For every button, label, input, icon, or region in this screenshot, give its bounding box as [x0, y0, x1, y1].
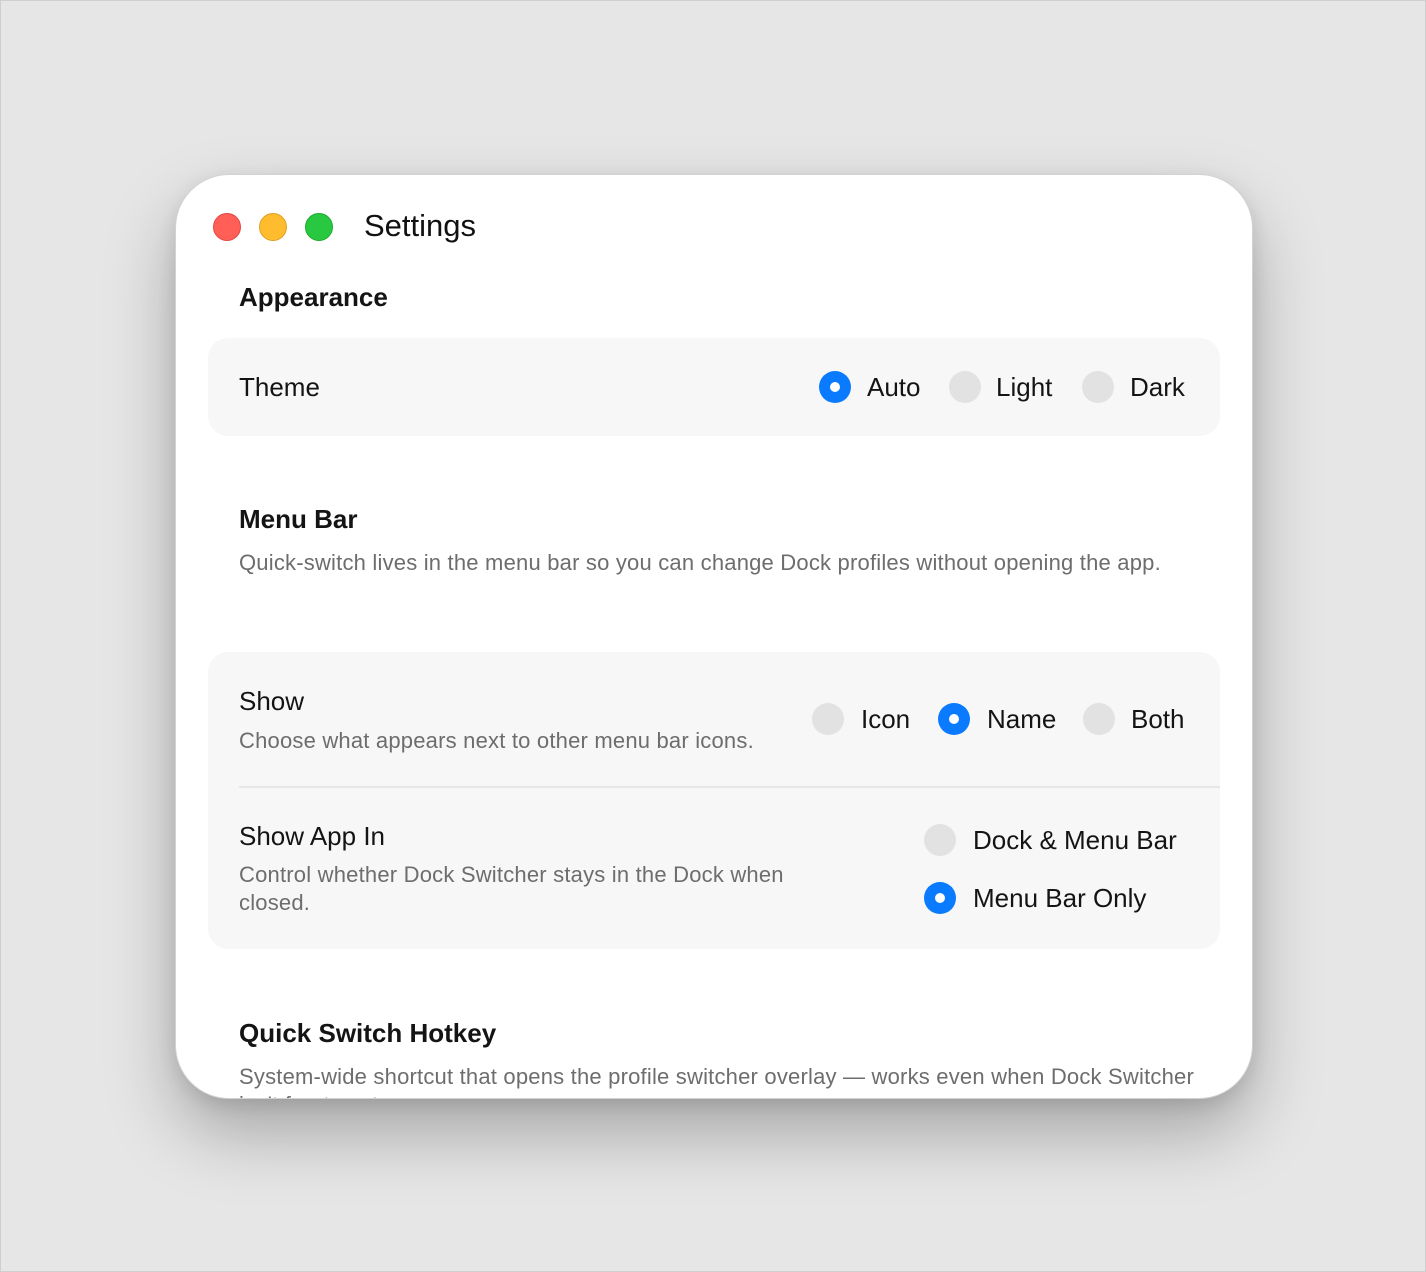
show-icon-radio[interactable] — [812, 703, 844, 735]
theme-auto-radio[interactable] — [819, 371, 851, 403]
show-label: Show — [239, 686, 305, 716]
minimize-window-button[interactable] — [259, 213, 287, 241]
show-app-in-label: Show App In — [239, 821, 385, 851]
menu-bar-only-radio[interactable] — [924, 882, 956, 914]
show-sublabel: Choose what appears next to other menu b… — [239, 728, 754, 753]
dock-and-menu-bar-label[interactable]: Dock & Menu Bar — [973, 824, 1177, 856]
show-name-radio[interactable] — [938, 703, 970, 735]
menu-bar-only-label[interactable]: Menu Bar Only — [973, 882, 1146, 914]
show-name-label[interactable]: Name — [987, 703, 1056, 735]
theme-label: Theme — [239, 372, 320, 402]
theme-light-label[interactable]: Light — [996, 371, 1052, 403]
theme-dark-label[interactable]: Dark — [1130, 371, 1185, 403]
show-icon-label[interactable]: Icon — [861, 703, 910, 735]
window-title: Settings — [364, 208, 477, 243]
show-both-label[interactable]: Both — [1131, 703, 1185, 735]
appearance-section-title: Appearance — [239, 282, 388, 312]
menu-bar-section-title: Menu Bar — [239, 504, 358, 534]
show-both-radio[interactable] — [1083, 703, 1115, 735]
settings-window: Settings Appearance Theme Auto Light Dar… — [175, 174, 1253, 1099]
hotkey-section-title: Quick Switch Hotkey — [239, 1018, 497, 1048]
show-app-in-sublabel: Control whether Dock Switcher stays in t… — [239, 862, 784, 915]
theme-light-radio[interactable] — [949, 371, 981, 403]
theme-card: Theme Auto Light Dark — [208, 338, 1220, 436]
close-window-button[interactable] — [213, 213, 241, 241]
dock-and-menu-bar-radio[interactable] — [924, 824, 956, 856]
menu-bar-card: Show Choose what appears next to other m… — [208, 652, 1220, 949]
menu-bar-description: Quick-switch lives in the menu bar so yo… — [239, 550, 1161, 575]
theme-dark-radio[interactable] — [1082, 371, 1114, 403]
row-divider — [239, 786, 1220, 788]
hotkey-description: System-wide shortcut that opens the prof… — [239, 1064, 1195, 1098]
theme-auto-label[interactable]: Auto — [867, 371, 921, 403]
zoom-window-button[interactable] — [305, 213, 333, 241]
